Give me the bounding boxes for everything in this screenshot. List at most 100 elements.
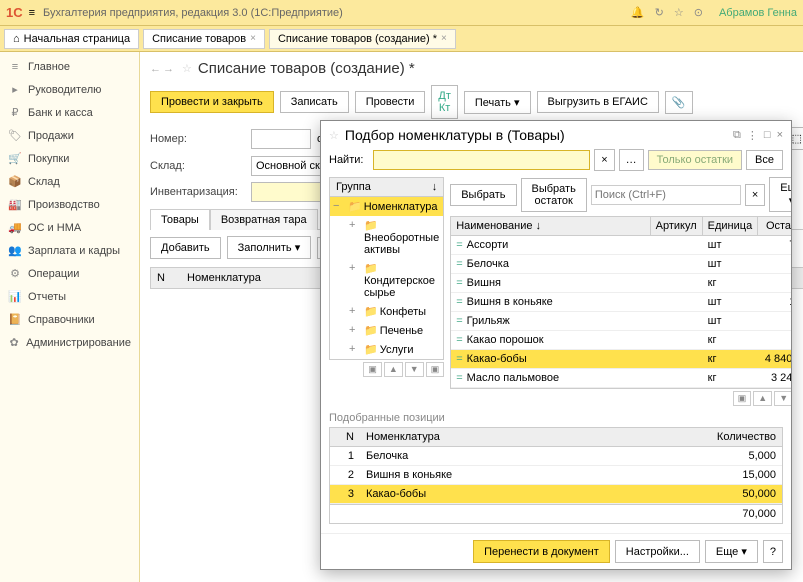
sidebar-item[interactable]: 📦Склад	[0, 170, 139, 193]
number-field[interactable]	[251, 129, 311, 149]
picked-row[interactable]: 1Белочка5,000	[330, 447, 782, 466]
subtab-goods[interactable]: Товары	[150, 209, 210, 230]
items-row[interactable]: =Ассортишт750	[451, 236, 791, 255]
select-button[interactable]: Выбрать	[450, 184, 516, 206]
nav-up-icon[interactable]: ▲	[384, 362, 403, 377]
nav-down-icon[interactable]: ▼	[774, 391, 791, 406]
items-row[interactable]: =Белочкашт50	[451, 255, 791, 274]
sidebar-item[interactable]: ₽Банк и касса	[0, 101, 139, 124]
sidebar-icon: ✿	[8, 336, 20, 349]
group-header: Группа↓	[329, 177, 444, 197]
star-icon[interactable]: ☆	[674, 6, 684, 19]
bell-icon[interactable]: 🔔	[631, 6, 645, 19]
items-row[interactable]: =Вишня в коньякешт100	[451, 293, 791, 312]
subtab-tara[interactable]: Возвратная тара	[210, 209, 318, 230]
tab-bar: ⌂ Начальная страница Списание товаров × …	[0, 26, 803, 52]
folder-icon: 📁	[364, 306, 378, 318]
sidebar-item[interactable]: 🚚ОС и НМА	[0, 216, 139, 239]
app-title: Бухгалтерия предприятия, редакция 3.0 (1…	[43, 7, 631, 19]
tree-item[interactable]: 📁Печенье	[330, 321, 443, 340]
sidebar-icon: 👥	[8, 244, 22, 257]
find-input[interactable]	[373, 150, 590, 170]
post-button[interactable]: Провести	[355, 91, 426, 113]
tree-item[interactable]: 📁Номенклатура	[330, 197, 443, 216]
nav-down-icon[interactable]: ▼	[405, 362, 424, 377]
all-toggle[interactable]: Все	[746, 150, 783, 170]
close-icon[interactable]: ×	[441, 33, 447, 44]
sidebar-icon: 📦	[8, 175, 22, 188]
sidebar-item[interactable]: ✿Администрирование	[0, 331, 139, 354]
sidebar-item[interactable]: 🛒Покупки	[0, 147, 139, 170]
tab-doc1[interactable]: Списание товаров ×	[143, 29, 265, 49]
wh-label: Склад:	[150, 160, 245, 172]
save-button[interactable]: Записать	[280, 91, 349, 113]
forward-icon[interactable]: →	[163, 63, 174, 75]
attach-icon[interactable]: 📎	[665, 91, 693, 114]
clear-search-icon[interactable]: ×	[745, 184, 765, 206]
sidebar-icon: ▸	[8, 83, 22, 96]
tree-item[interactable]: 📁Услуги	[330, 340, 443, 359]
sidebar-item[interactable]: 🏭Производство	[0, 193, 139, 216]
nav-first-icon[interactable]: ▣	[363, 362, 382, 377]
more-footer-button[interactable]: Еще ▾	[705, 540, 758, 563]
transfer-button[interactable]: Перенести в документ	[473, 540, 610, 563]
folder-icon: 📁	[364, 325, 378, 337]
sidebar-item[interactable]: 📊Отчеты	[0, 285, 139, 308]
add-button[interactable]: Добавить	[150, 237, 221, 259]
post-close-button[interactable]: Провести и закрыть	[150, 91, 274, 113]
star-icon[interactable]: ☆	[182, 62, 192, 75]
sidebar-item[interactable]: 🏷Продажи	[0, 124, 139, 147]
sidebar-item[interactable]: ≡Главное	[0, 56, 139, 78]
movements-icon[interactable]: ДтКт	[431, 85, 458, 119]
items-row[interactable]: =Какао-бобыкг4 840,75	[451, 350, 791, 369]
items-row[interactable]: =Масло пальмовоекг3 246,5	[451, 369, 791, 388]
select-rest-button[interactable]: Выбрать остаток	[521, 178, 587, 212]
nav-first-icon[interactable]: ▣	[733, 391, 752, 406]
picked-row[interactable]: 3Какао-бобы50,000	[330, 485, 782, 504]
search-icon[interactable]: …	[619, 149, 644, 171]
sidebar-icon: 🛒	[8, 152, 22, 165]
home-icon: ⌂	[13, 33, 20, 45]
fill-button[interactable]: Заполнить ▾	[227, 236, 312, 259]
maximize-icon[interactable]: □	[764, 129, 771, 142]
search-input[interactable]	[591, 185, 741, 205]
tab-doc2[interactable]: Списание товаров (создание) * ×	[269, 29, 456, 49]
options-icon[interactable]: ⋮	[747, 129, 758, 142]
nav-up-icon[interactable]: ▲	[753, 391, 772, 406]
egais-button[interactable]: Выгрузить в ЕГАИС	[537, 91, 659, 113]
sidebar-item[interactable]: ▸Руководителю	[0, 78, 139, 101]
items-row[interactable]: =Какао порошоккг35	[451, 331, 791, 350]
sidebar-icon: ⚙	[8, 267, 22, 280]
sidebar-item[interactable]: ⚙Операции	[0, 262, 139, 285]
items-row[interactable]: =Грильяжшт20	[451, 312, 791, 331]
picked-row[interactable]: 2Вишня в коньяке15,000	[330, 466, 782, 485]
more-button[interactable]: Еще ▾	[769, 177, 791, 212]
star-icon[interactable]: ☆	[329, 129, 339, 142]
sidebar-icon: 🏷	[8, 129, 22, 142]
close-icon[interactable]: ×	[250, 33, 256, 44]
pick-dialog: ☆ Подбор номенклатуры в (Товары) ⧉ ⋮ □ ×…	[320, 120, 792, 570]
tab-home[interactable]: ⌂ Начальная страница	[4, 29, 139, 49]
sidebar: ≡Главное▸Руководителю₽Банк и касса🏷Прода…	[0, 52, 140, 582]
find-label: Найти:	[329, 154, 369, 166]
tree-item[interactable]: 📁Конфеты	[330, 302, 443, 321]
sidebar-icon: 📔	[8, 313, 22, 326]
close-icon[interactable]: ×	[777, 129, 783, 142]
nav-last-icon[interactable]: ▣	[426, 362, 445, 377]
back-icon[interactable]: ←	[150, 63, 161, 75]
menu-icon[interactable]: ≡	[29, 7, 35, 19]
user-name[interactable]: Абрамов Генна	[719, 7, 797, 19]
items-row[interactable]: =Вишнякг17	[451, 274, 791, 293]
settings-button[interactable]: Настройки...	[615, 540, 700, 563]
tree-item[interactable]: 📁Внеоборотные активы	[330, 216, 443, 259]
tree-item[interactable]: 📁Кондитерское сырье	[330, 259, 443, 302]
history-icon[interactable]: ↻	[655, 6, 664, 19]
print-button[interactable]: Печать ▾	[464, 91, 531, 114]
only-stock-toggle[interactable]: Только остатки	[648, 150, 742, 170]
sidebar-item[interactable]: 👥Зарплата и кадры	[0, 239, 139, 262]
clear-icon[interactable]: ×	[594, 149, 614, 171]
sidebar-item[interactable]: 📔Справочники	[0, 308, 139, 331]
help-icon[interactable]: ?	[763, 540, 783, 563]
link-icon[interactable]: ⧉	[733, 129, 741, 142]
help-icon[interactable]: ⊙	[694, 6, 703, 19]
